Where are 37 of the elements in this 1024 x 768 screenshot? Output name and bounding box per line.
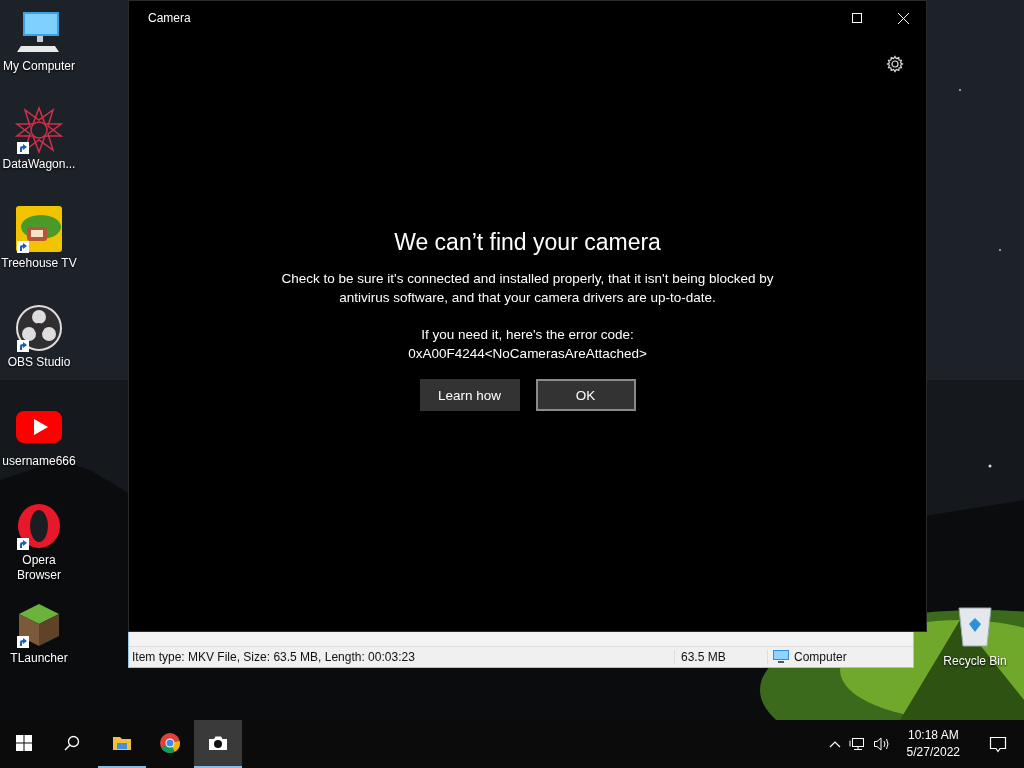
taskbar-app-button[interactable] [194, 720, 242, 768]
error-code-intro: If you need it, here's the error code: [420, 326, 635, 344]
clock[interactable]: 10:18 AM 5/27/2022 [898, 727, 968, 761]
desktop-icon-label[interactable]: DataWagon... [2, 157, 76, 172]
chevron-up-icon[interactable] [828, 740, 841, 748]
desktop-icon-label[interactable]: OBS Studio [7, 355, 71, 370]
chrome-logo-icon [158, 731, 182, 755]
volume-icon[interactable] [872, 736, 891, 752]
settings-icon[interactable] [886, 55, 904, 73]
monitor-icon [773, 650, 789, 664]
network-icon[interactable] [848, 736, 865, 752]
window-title: Camera [148, 11, 192, 25]
close-icon [897, 12, 909, 24]
desktop-icon-label[interactable]: username666 [2, 454, 76, 469]
status-text: Computer [794, 650, 847, 664]
obs-logo-icon[interactable] [15, 304, 63, 352]
desktop-icon-label[interactable]: Recycle Bin [943, 654, 1007, 668]
star-knot-icon[interactable] [15, 106, 63, 154]
search-icon [64, 735, 80, 751]
clock-date: 5/27/2022 [906, 744, 960, 761]
desktop-icon-label[interactable]: Opera Browser [0, 553, 78, 583]
windows-logo-icon [16, 735, 32, 751]
opera-logo-icon[interactable] [15, 502, 63, 550]
desktop-icon-label[interactable]: TLauncher [10, 651, 68, 666]
clock-time: 10:18 AM [907, 727, 959, 744]
status-text: 63.5 MB [674, 650, 767, 664]
learn-how-button[interactable]: Learn how [419, 379, 520, 411]
treehouse-icon[interactable] [15, 205, 63, 253]
maximize-icon [852, 13, 862, 23]
error-heading: We can’t find your camera [394, 229, 661, 256]
desktop-icon-label[interactable]: Treehouse TV [1, 256, 77, 271]
notification-icon[interactable] [989, 735, 1007, 753]
desktop-icon-label[interactable]: My Computer [3, 59, 75, 74]
error-message: Check to be sure it's connected and installed properly, that it isn't being blocked by antivirus software, and that your camera drivers are up-to-date. [280, 270, 775, 307]
ok-button[interactable]: OK [535, 379, 636, 411]
error-code: 0xA00F4244<NoCamerasAreAttached> [407, 345, 648, 363]
status-text: Item type: MKV File, Size: 63.5 MB, Length: 00:03:23 [131, 650, 416, 664]
